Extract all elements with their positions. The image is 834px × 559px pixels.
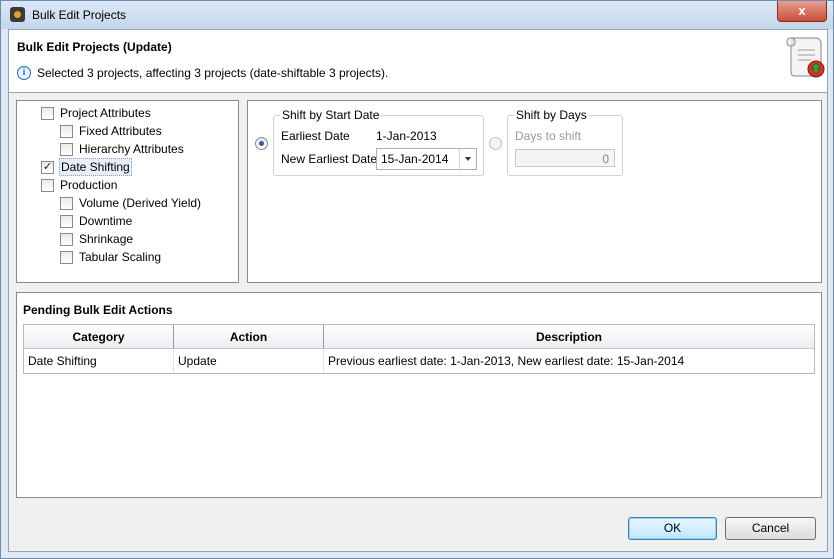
pending-actions-title: Pending Bulk Edit Actions — [23, 303, 173, 317]
tree-item-label: Downtime — [79, 214, 133, 228]
tree-item-label: Project Attributes — [60, 106, 151, 120]
new-earliest-date-label: New Earliest Date — [281, 152, 378, 166]
close-button[interactable]: x — [777, 1, 827, 22]
dialog-window: Bulk Edit Projects x Bulk Edit Projects … — [0, 0, 834, 559]
checkbox[interactable] — [60, 125, 73, 138]
shift-by-start-date-group: Shift by Start Date Earliest Date 1-Jan-… — [273, 108, 484, 176]
tree-item-label: Fixed Attributes — [79, 124, 162, 138]
tree-item-label: Hierarchy Attributes — [79, 142, 184, 156]
table-cell-category[interactable]: Date Shifting — [24, 350, 174, 373]
cancel-button[interactable]: Cancel — [725, 517, 816, 540]
app-icon — [10, 7, 25, 22]
days-to-shift-input[interactable]: 0 — [515, 149, 615, 167]
dialog-body: Bulk Edit Projects (Update) i Selected 3… — [8, 29, 828, 552]
checkbox[interactable] — [60, 215, 73, 228]
checkbox[interactable] — [60, 143, 73, 156]
title-bar[interactable]: Bulk Edit Projects x — [1, 1, 833, 29]
group-legend: Shift by Days — [514, 108, 589, 122]
pending-actions-table: Category Action Description Date Shiftin… — [23, 324, 815, 374]
tree-item-label: Tabular Scaling — [79, 250, 162, 264]
column-header-action[interactable]: Action — [174, 325, 324, 349]
tree-item-label: Shrinkage — [79, 232, 134, 246]
checkbox[interactable] — [60, 197, 73, 210]
page-title: Bulk Edit Projects (Update) — [17, 40, 172, 54]
tree-item-label: Date Shifting — [59, 158, 132, 176]
checkbox-checked[interactable]: ✓ — [41, 161, 54, 174]
earliest-date-value: 1-Jan-2013 — [376, 129, 437, 143]
checkbox[interactable] — [60, 233, 73, 246]
days-to-shift-label: Days to shift — [515, 129, 582, 143]
new-earliest-date-picker[interactable]: 15-Jan-2014 — [376, 148, 477, 170]
group-legend: Shift by Start Date — [280, 108, 382, 122]
chevron-down-icon[interactable] — [459, 149, 476, 169]
date-shift-panel: Shift by Start Date Earliest Date 1-Jan-… — [247, 100, 822, 283]
checkbox[interactable] — [41, 107, 54, 120]
tree-item-label: Production — [60, 178, 118, 192]
earliest-date-label: Earliest Date — [281, 129, 350, 143]
dialog-header: Bulk Edit Projects (Update) i Selected 3… — [9, 30, 827, 93]
shift-by-start-date-radio[interactable] — [255, 137, 268, 150]
checkbox[interactable] — [41, 179, 54, 192]
column-header-category[interactable]: Category — [24, 325, 174, 349]
table-cell-action[interactable]: Update — [174, 350, 324, 373]
scroll-edit-icon — [786, 37, 825, 78]
section-tree: Project Attributes Fixed Attributes Hier… — [16, 100, 239, 283]
checkbox[interactable] — [60, 251, 73, 264]
ok-button[interactable]: OK — [628, 517, 717, 540]
combo-value: 15-Jan-2014 — [381, 152, 449, 166]
shift-by-days-group: Shift by Days Days to shift 0 — [507, 108, 623, 176]
window-title: Bulk Edit Projects — [32, 8, 127, 22]
tree-item-label: Volume (Derived Yield) — [79, 196, 202, 210]
table-cell-description[interactable]: Previous earliest date: 1-Jan-2013, New … — [324, 350, 814, 373]
pending-actions-panel: Pending Bulk Edit Actions Category Actio… — [16, 292, 822, 498]
shift-by-days-radio[interactable] — [489, 137, 502, 150]
selection-message: Selected 3 projects, affecting 3 project… — [37, 66, 389, 80]
info-icon: i — [17, 66, 31, 80]
column-header-description[interactable]: Description — [324, 325, 814, 349]
